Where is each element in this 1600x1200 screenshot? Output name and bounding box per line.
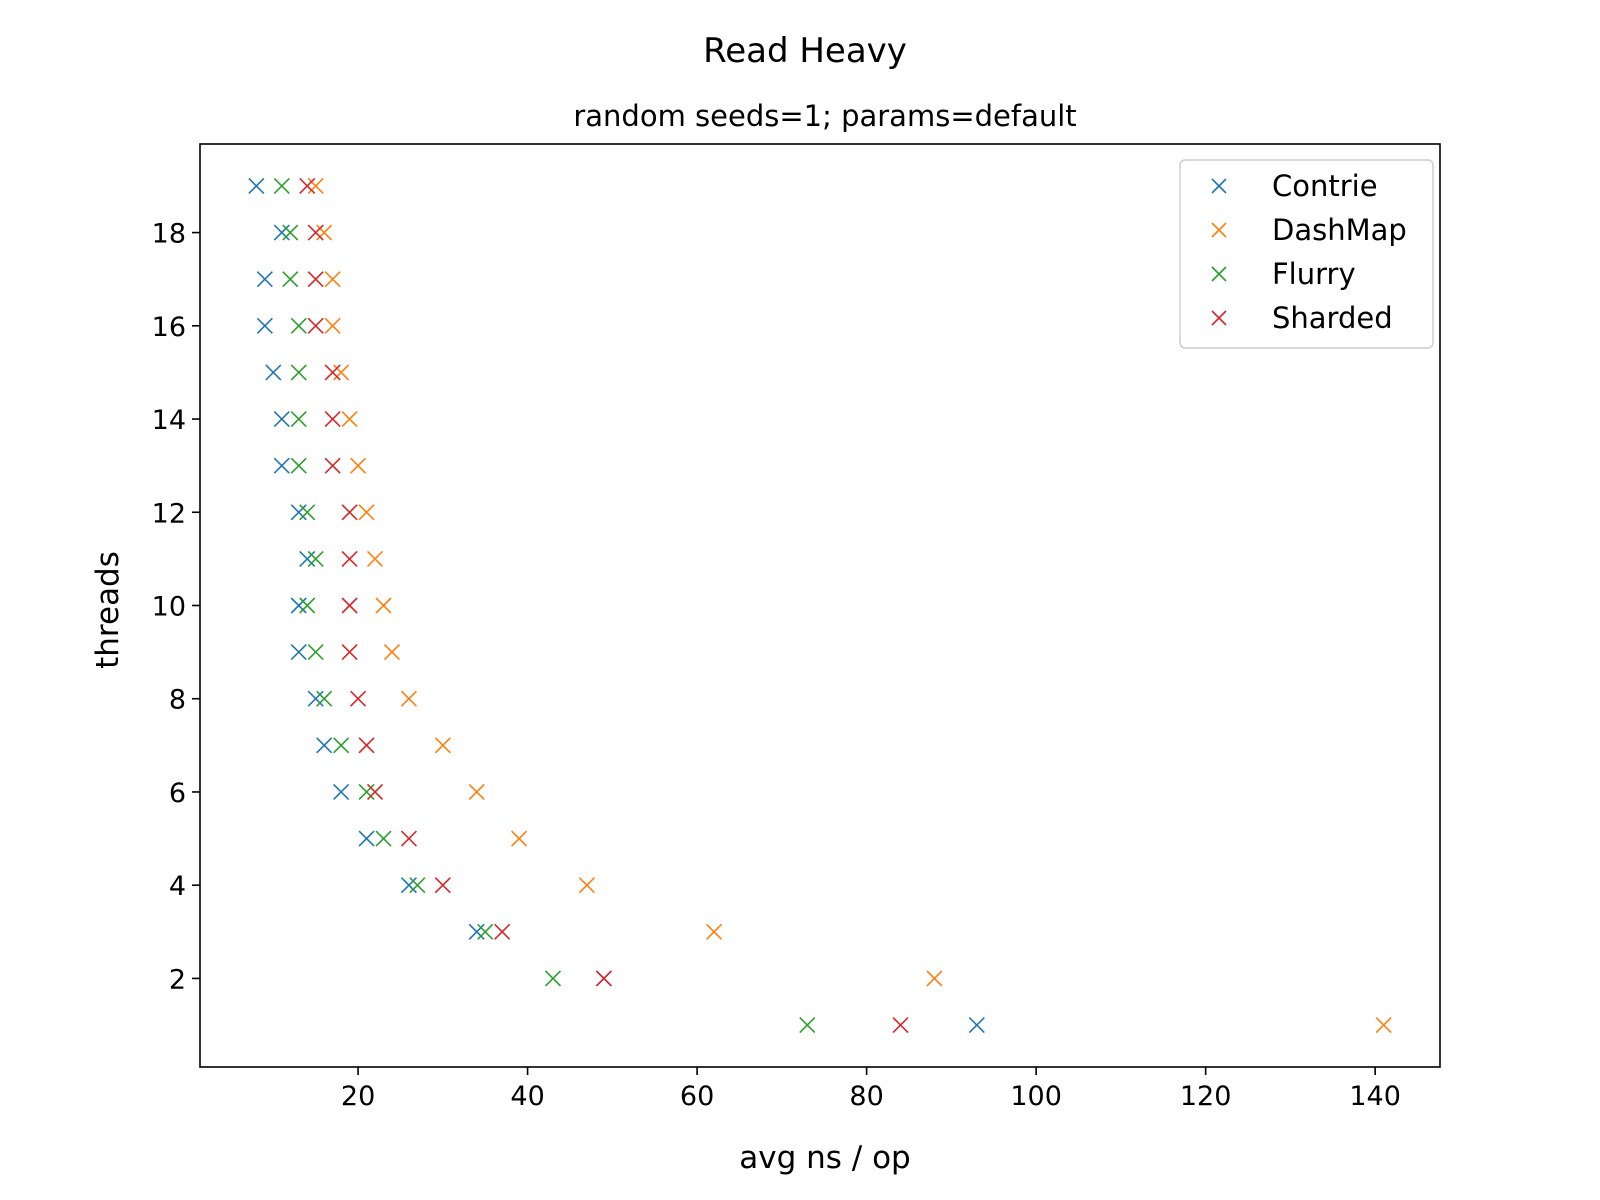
y-axis: 2 4 6 8 10 12 14 16 18: [152, 219, 200, 995]
y-tick-label: 8: [169, 685, 186, 716]
x-tick-label: 20: [341, 1081, 375, 1112]
y-tick-label: 2: [169, 964, 186, 995]
y-tick-label: 18: [152, 219, 186, 250]
x-tick-label: 80: [849, 1081, 883, 1112]
x-tick-label: 120: [1180, 1081, 1232, 1112]
x-tick-label: 60: [680, 1081, 714, 1112]
legend-label-dashmap: DashMap: [1272, 213, 1407, 247]
y-axis-label: threads: [90, 551, 126, 669]
legend-label-contrie: Contrie: [1272, 169, 1378, 203]
x-tick-label: 40: [510, 1081, 544, 1112]
legend: Contrie DashMap Flurry Sharded: [1179, 159, 1434, 349]
chart-subtitle: random seeds=1; params=default: [573, 99, 1076, 133]
x-tick-label: 140: [1349, 1081, 1401, 1112]
legend-label-sharded: Sharded: [1272, 301, 1393, 335]
y-tick-label: 10: [152, 592, 186, 623]
x-axis: 20 40 60 80 100 120 140: [341, 1067, 1401, 1112]
y-tick-label: 12: [152, 498, 186, 529]
x-axis-label: avg ns / op: [739, 1140, 910, 1176]
chart-title: Read Heavy: [703, 31, 907, 71]
legend-label-flurry: Flurry: [1272, 257, 1356, 291]
y-tick-label: 6: [169, 778, 186, 809]
y-tick-label: 4: [169, 871, 186, 902]
y-tick-label: 16: [152, 312, 186, 343]
y-tick-label: 14: [152, 405, 186, 436]
x-tick-label: 100: [1010, 1081, 1062, 1112]
scatter-chart: Read Heavy random seeds=1; params=defaul…: [90, 31, 1441, 1176]
